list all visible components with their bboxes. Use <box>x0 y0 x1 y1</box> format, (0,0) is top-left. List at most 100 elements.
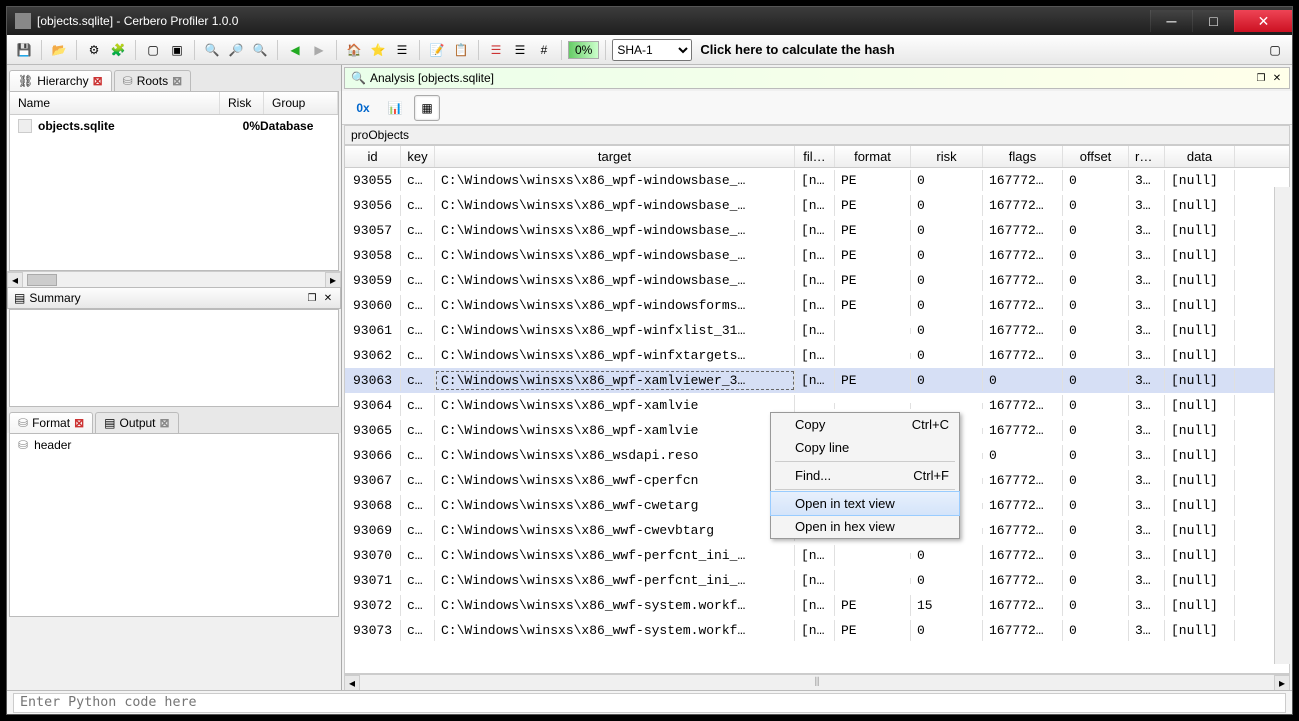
col-target[interactable]: target <box>435 146 795 167</box>
exclude-button[interactable]: ☰ <box>509 39 531 61</box>
scroll-right-icon[interactable]: ▸ <box>1274 675 1290 691</box>
menu-open-text[interactable]: Open in text view <box>770 491 960 516</box>
search-down-icon[interactable]: 🔎 <box>225 39 247 61</box>
table-row[interactable]: 93055c…C:\Windows\winsxs\x86_wpf-windows… <box>345 168 1289 193</box>
close-icon[interactable]: ⊠ <box>74 416 84 430</box>
toolbar-end-button[interactable]: ▢ <box>1264 39 1286 61</box>
col-risk[interactable]: risk <box>911 146 983 167</box>
extensions-button[interactable]: 🧩 <box>107 39 129 61</box>
bookmarks-list-button[interactable]: ☰ <box>391 39 413 61</box>
h-scrollbar[interactable]: ◂ ▸ <box>7 271 341 287</box>
cell-risk: 0 <box>911 170 983 191</box>
menu-copy[interactable]: CopyCtrl+C <box>771 413 959 436</box>
col-re[interactable]: re… <box>1129 146 1165 167</box>
table-row[interactable]: 93072c…C:\Windows\winsxs\x86_wwf-system.… <box>345 593 1289 618</box>
bookmark-button[interactable]: ⭐ <box>367 39 389 61</box>
tab-roots[interactable]: Roots ⊠ <box>114 70 191 91</box>
table-view-button[interactable]: ▦ <box>414 95 440 121</box>
notes-list-button[interactable]: 📋 <box>450 39 472 61</box>
search-tree-icon[interactable]: 🔍 <box>249 39 271 61</box>
col-fil[interactable]: fil… <box>795 146 835 167</box>
table-row[interactable]: 93059c…C:\Windows\winsxs\x86_wpf-windows… <box>345 268 1289 293</box>
menu-open-hex[interactable]: Open in hex view <box>771 515 959 538</box>
col-name[interactable]: Name <box>10 92 220 114</box>
cell-flags: 167772… <box>983 495 1063 516</box>
close-icon[interactable]: ✕ <box>1271 72 1283 84</box>
cell-re: 3… <box>1129 320 1165 341</box>
tab-format[interactable]: Format ⊠ <box>9 412 93 433</box>
home-button[interactable]: 🏠 <box>343 39 365 61</box>
close-icon[interactable]: ⊠ <box>172 74 182 88</box>
col-risk[interactable]: Risk <box>220 92 264 114</box>
scroll-thumb[interactable] <box>27 274 57 286</box>
tree-row[interactable]: header <box>10 434 338 456</box>
tab-hierarchy[interactable]: ⛓ Hierarchy ⊠ <box>9 70 112 91</box>
hex-view-button[interactable]: 0x <box>350 95 376 121</box>
cell-id: 93062 <box>345 345 401 366</box>
note-button[interactable]: 📝 <box>426 39 448 61</box>
back-button[interactable]: ◀ <box>284 39 306 61</box>
cell-id: 93071 <box>345 570 401 591</box>
undock-icon[interactable]: ❐ <box>1255 72 1267 84</box>
close-icon[interactable]: ✕ <box>322 292 334 304</box>
maximize-button[interactable]: □ <box>1192 10 1234 32</box>
search-icon[interactable]: 🔍 <box>201 39 223 61</box>
cell-flags: 167772… <box>983 520 1063 541</box>
layout-button[interactable]: ▢ <box>142 39 164 61</box>
close-icon[interactable]: ⊠ <box>93 74 103 88</box>
table-row[interactable]: 93056c…C:\Windows\winsxs\x86_wpf-windows… <box>345 193 1289 218</box>
cell-format <box>835 403 911 409</box>
table-row[interactable]: 93063c…C:\Windows\winsxs\x86_wpf-xamlvie… <box>345 368 1289 393</box>
summary-dock-title[interactable]: ▤ Summary ❐ ✕ <box>7 287 341 309</box>
gear-icon[interactable]: ⚙ <box>83 39 105 61</box>
table-row[interactable]: 93060c…C:\Windows\winsxs\x86_wpf-windows… <box>345 293 1289 318</box>
table-row[interactable]: 93070c…C:\Windows\winsxs\x86_wwf-perfcnt… <box>345 543 1289 568</box>
hash-algo-select[interactable]: SHA-1 <box>612 39 692 61</box>
table-row[interactable]: 93073c…C:\Windows\winsxs\x86_wwf-system.… <box>345 618 1289 643</box>
col-key[interactable]: key <box>401 146 435 167</box>
windows-button[interactable]: ▣ <box>166 39 188 61</box>
col-id[interactable]: id <box>345 146 401 167</box>
table-row[interactable]: 93071c…C:\Windows\winsxs\x86_wwf-perfcnt… <box>345 568 1289 593</box>
titlebar[interactable]: [objects.sqlite] - Cerbero Profiler 1.0.… <box>7 7 1292 35</box>
table-h-scrollbar[interactable]: ◂ ⦀ ▸ <box>344 674 1290 690</box>
table-row[interactable]: 93061c…C:\Windows\winsxs\x86_wpf-winfxli… <box>345 318 1289 343</box>
menu-separator <box>775 461 955 462</box>
risk-button[interactable]: ☰ <box>485 39 507 61</box>
cell-offset: 0 <box>1063 220 1129 241</box>
cell-target: C:\Windows\winsxs\x86_wwf-perfcnt_ini_… <box>435 545 795 566</box>
scroll-left-icon[interactable]: ◂ <box>7 272 23 288</box>
cell-id: 93073 <box>345 620 401 641</box>
table-row[interactable]: 93057c…C:\Windows\winsxs\x86_wpf-windows… <box>345 218 1289 243</box>
save-dropdown-button[interactable]: 💾 <box>13 39 35 61</box>
col-group[interactable]: Group <box>264 92 338 114</box>
menu-find[interactable]: Find...Ctrl+F <box>771 464 959 487</box>
analysis-dock-title[interactable]: 🔍 Analysis [objects.sqlite] ❐ ✕ <box>344 67 1290 89</box>
chart-view-button[interactable]: 📊 <box>382 95 408 121</box>
menu-copy-line[interactable]: Copy line <box>771 436 959 459</box>
table-v-scrollbar[interactable] <box>1274 187 1290 664</box>
col-flags[interactable]: flags <box>983 146 1063 167</box>
table-row[interactable]: 93058c…C:\Windows\winsxs\x86_wpf-windows… <box>345 243 1289 268</box>
python-input[interactable] <box>13 693 1286 713</box>
col-data[interactable]: data <box>1165 146 1235 167</box>
open-button[interactable]: 📂 <box>48 39 70 61</box>
close-button[interactable]: ✕ <box>1234 10 1292 32</box>
forward-button[interactable]: ▶ <box>308 39 330 61</box>
cell-risk: 0 <box>911 370 983 391</box>
tab-output[interactable]: ▤ Output ⊠ <box>95 412 178 433</box>
close-icon[interactable]: ⊠ <box>160 416 170 430</box>
minimize-button[interactable]: ─ <box>1150 10 1192 32</box>
cell-key: c… <box>401 420 435 441</box>
tree-row[interactable]: objects.sqlite 0% Database <box>10 115 338 137</box>
hash-hint[interactable]: Click here to calculate the hash <box>700 42 894 57</box>
scroll-right-icon[interactable]: ▸ <box>325 272 341 288</box>
col-offset[interactable]: offset <box>1063 146 1129 167</box>
data-table[interactable]: id key target fil… format risk flags off… <box>344 145 1290 674</box>
cell-format: PE <box>835 370 911 391</box>
hash-toggle-icon[interactable]: # <box>533 39 555 61</box>
undock-icon[interactable]: ❐ <box>306 292 318 304</box>
scroll-left-icon[interactable]: ◂ <box>344 675 360 691</box>
col-format[interactable]: format <box>835 146 911 167</box>
table-row[interactable]: 93062c…C:\Windows\winsxs\x86_wpf-winfxta… <box>345 343 1289 368</box>
